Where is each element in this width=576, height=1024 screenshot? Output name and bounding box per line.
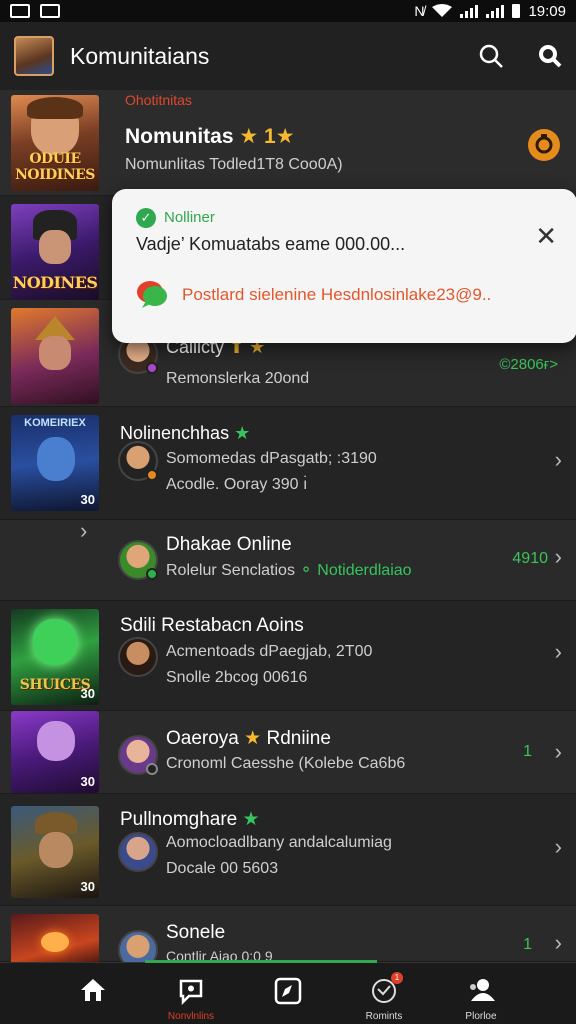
star-icon: ★ xyxy=(244,728,262,749)
image-icon xyxy=(40,4,60,18)
community-thumbnail: NODINES xyxy=(11,204,99,300)
community-thumbnail: KOMEIRIEX 30 xyxy=(11,415,99,511)
chevron-right-icon[interactable]: › xyxy=(555,639,562,665)
wifi-icon xyxy=(432,4,453,17)
search-bold-icon[interactable] xyxy=(538,44,562,68)
toast-message: Vadje’ Komuatabs eame 000.00... xyxy=(136,234,406,254)
community-thumbnail: 30 xyxy=(11,806,99,898)
app-bar: Komunitaians xyxy=(0,22,576,90)
chevron-right-icon[interactable]: › xyxy=(555,544,562,570)
avatar xyxy=(118,930,158,962)
community-thumbnail xyxy=(11,914,99,962)
avatar xyxy=(118,637,158,677)
member-count: 4910 xyxy=(512,550,548,567)
bottom-nav: Nonvlnlins 1 Romints Plorloe xyxy=(0,960,576,1024)
chevron-right-icon[interactable]: › xyxy=(555,930,562,956)
signal-icon-2 xyxy=(486,4,505,18)
community-thumbnail: ODUIE NOIDINES xyxy=(11,95,99,191)
row-title: Sdili Restabacn Aoins xyxy=(120,615,304,636)
featured-label: Ohotitnitas xyxy=(125,92,192,108)
row-title: Sonele xyxy=(166,922,226,943)
status-bar: N̸ 19:09 xyxy=(0,0,576,22)
people-icon xyxy=(470,979,495,1001)
row-subtitle-2: Acodle. Ooray 390 ı̇ xyxy=(166,476,308,493)
search-icon[interactable] xyxy=(478,43,504,69)
compass-icon xyxy=(274,977,302,1005)
close-icon[interactable]: ✕ xyxy=(535,221,557,252)
toast-status: Nolliner xyxy=(164,209,215,226)
page-title: Komunitaians xyxy=(70,42,210,69)
avatar xyxy=(118,540,158,580)
notification-icon xyxy=(10,4,30,18)
battery-icon xyxy=(512,4,521,18)
nav-explore[interactable] xyxy=(243,963,333,1024)
list-item[interactable]: KOMEIRIEX 30 Nolinenchhas ★ Somomedas dP… xyxy=(0,407,576,520)
featured-subtitle: Nomunlitas Todled1T8 Coo0A) xyxy=(125,156,343,173)
list-item[interactable]: 30 Pullnomghare ★ Aomocloadlbany andalca… xyxy=(0,794,576,906)
notification-badge: 1 xyxy=(391,972,403,984)
member-count: 1 xyxy=(523,743,532,760)
row-subtitle: Acmentoads dPaegjab, 2T00 xyxy=(166,643,373,660)
home-icon xyxy=(81,979,105,1001)
nav-home[interactable] xyxy=(48,963,138,1024)
online-icon: ⚬ xyxy=(299,562,313,579)
nav-chat[interactable]: Nonvlnlins xyxy=(146,963,236,1024)
community-thumbnail xyxy=(11,308,99,404)
chevron-right-icon[interactable]: › xyxy=(555,834,562,860)
thumbnail-label: ODUIE NOIDINES xyxy=(15,151,95,183)
star-icon: ★ xyxy=(242,809,260,830)
chat-bubble-icon xyxy=(137,281,167,308)
row-subtitle: Cronoml Caesshe (Kolebe Ca6b6 xyxy=(166,755,406,772)
signal-icon xyxy=(460,4,479,18)
toast-link[interactable]: Postlard sielenine Hesdnlosinlake23@9.. xyxy=(182,285,491,305)
member-count: ©2806ғ> xyxy=(499,356,558,373)
star-icon: ★ xyxy=(234,423,251,443)
star-icon: ★ 1★ xyxy=(239,125,295,148)
member-count: 1 xyxy=(523,936,532,953)
community-thumbnail: 30 xyxy=(11,711,99,793)
profile-avatar[interactable] xyxy=(14,36,54,76)
community-thumbnail: SHUICES 30 xyxy=(11,609,99,705)
list-item[interactable]: 30 Oaeroya ★ Rdniine Cronoml Caesshe (Ko… xyxy=(0,711,576,794)
row-title: Dhakae Online xyxy=(166,534,292,555)
avatar xyxy=(118,832,158,872)
list-item[interactable]: › Dhakae Online Rolelur Senclatios ⚬ Not… xyxy=(0,518,576,601)
row-subtitle: Remonslerka 20ond xyxy=(166,370,310,387)
clock: 19:09 xyxy=(528,2,566,20)
featured-title: Nomunitas ★ 1★ xyxy=(125,125,295,148)
list-item[interactable]: Sonele Contlir Aiao 0:0 9 1 › xyxy=(0,906,576,962)
notification-toast[interactable]: ✓ Nolliner Vadje’ Komuatabs eame 000.00.… xyxy=(112,189,576,343)
chevron-right-icon[interactable]: › xyxy=(555,447,562,473)
avatar xyxy=(118,441,158,481)
chevron-right-icon[interactable]: › xyxy=(80,518,87,544)
notification-bell-icon[interactable] xyxy=(527,128,561,162)
avatar xyxy=(118,735,158,775)
row-subtitle-2: Docale 00 5603 xyxy=(166,860,279,877)
row-subtitle: Somomedas dPasgatb; :3190 xyxy=(166,450,377,467)
row-title: Pullnomghare ★ xyxy=(120,809,260,830)
chevron-right-icon[interactable]: › xyxy=(555,739,562,765)
vibrate-icon: N̸ xyxy=(414,3,425,19)
nav-people[interactable]: Plorloe xyxy=(436,963,526,1024)
nav-notifications[interactable]: 1 Romints xyxy=(339,963,429,1024)
check-circle-icon: ✓ xyxy=(136,208,156,228)
row-subtitle: Aomocloadlbany andalcalumiag xyxy=(166,834,392,851)
list-item-featured[interactable]: ODUIE NOIDINES Ohotitnitas Nomunitas ★ 1… xyxy=(0,90,576,196)
list-item[interactable]: SHUICES 30 Sdili Restabacn Aoins Acmento… xyxy=(0,601,576,711)
row-title: Oaeroya ★ Rdniine xyxy=(166,728,331,749)
row-subtitle-2: Snolle 2bcog 00616 xyxy=(166,669,308,686)
row-subtitle: Rolelur Senclatios ⚬ Notiderdlaiao xyxy=(166,562,412,579)
chat-icon xyxy=(179,979,203,1005)
